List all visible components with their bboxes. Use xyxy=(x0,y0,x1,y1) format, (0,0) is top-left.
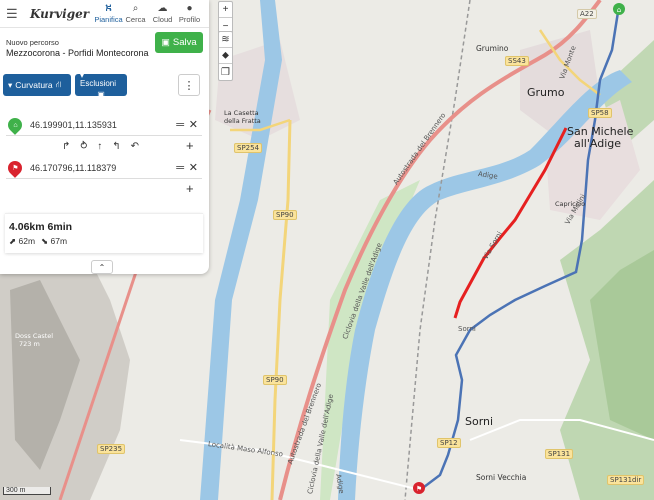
road-badge-ss43: SS43 xyxy=(505,56,529,66)
straight-icon: ↑ xyxy=(97,141,103,152)
turn-instructions: ↱ ⥁ ↑ ↰ ↶ xyxy=(62,141,139,152)
search-icon: ⌕ xyxy=(132,3,139,14)
waypoint-start: ⌂ 46.199901,11.135931 ═ ✕ xyxy=(5,114,202,136)
roundabout-icon: ⥁ xyxy=(80,141,88,152)
zoom-controls: + − xyxy=(218,1,233,35)
curvy-road-icon: ⛙ xyxy=(55,79,62,89)
nav-profilo[interactable]: ● Profilo xyxy=(176,3,203,24)
map-label-grumo: Grumo xyxy=(527,86,565,99)
map-end-pin[interactable]: ⚑ xyxy=(413,482,425,494)
route-icon: ⛕ xyxy=(104,3,113,14)
layers-icon[interactable]: ≋ xyxy=(219,32,232,48)
remove-waypoint-button[interactable]: ✕ xyxy=(189,118,198,131)
waypoint-start-input[interactable]: 46.199901,11.135931 xyxy=(30,120,117,130)
map-label-la-casetta: La Casetta xyxy=(224,109,259,117)
descent-icon: ⬊ xyxy=(41,236,49,246)
u-turn-icon: ↶ xyxy=(130,141,140,152)
road-badge-sp131: SP131 xyxy=(545,449,574,459)
map-label-all-adige: all'Adige xyxy=(574,137,621,150)
road-badge-sp254: SP254 xyxy=(234,143,263,153)
cloud-icon: ☁ xyxy=(157,3,168,14)
road-badge-sp12: SP12 xyxy=(437,438,461,448)
turn-left-icon: ↰ xyxy=(112,141,121,152)
toll-icon: ▣ xyxy=(97,89,105,99)
road-badge-sp131dir: SP131dir xyxy=(607,475,645,485)
map-label-sorni-vecchia: Sorni Vecchia xyxy=(476,473,527,482)
map-label-grumino: Grumino xyxy=(476,44,509,53)
waypoint-end: ⚑ 46.170796,11.118379 ═ ✕ xyxy=(5,157,202,179)
more-options-button[interactable]: ⋮ xyxy=(178,74,200,96)
nav-pianifica[interactable]: ⛕ Pianifica xyxy=(94,3,122,24)
location-pin-icon[interactable]: ⬥ xyxy=(219,48,232,64)
turn-right-icon: ↱ xyxy=(62,141,71,152)
route-summary: 4.06km 6min ⬈ 62m ⬊ 67m xyxy=(5,213,203,253)
map-label-doss-castel-alt: 723 m xyxy=(19,340,40,348)
map-tools: ≋ ⬥ ❐ xyxy=(218,31,233,81)
svg-text:⚑: ⚑ xyxy=(416,485,422,493)
map-start-pin[interactable]: ⌂ xyxy=(613,3,625,15)
map-label-doss-castel: Doss Castel xyxy=(15,332,54,340)
waypoint-end-input[interactable]: 46.170796,11.118379 xyxy=(30,163,116,173)
copy-icon[interactable]: ❐ xyxy=(219,64,232,80)
home-icon: ⌂ xyxy=(5,114,25,135)
road-badge-a22: A22 xyxy=(577,9,597,19)
add-waypoint-end-button[interactable]: + xyxy=(186,181,194,196)
map-label-della-fratta: della Fratta xyxy=(224,117,261,125)
drag-handle-icon[interactable]: ═ xyxy=(176,119,184,131)
nav-cerca[interactable]: ⌕ Cerca xyxy=(122,3,149,24)
road-badge-sp235: SP235 xyxy=(97,444,126,454)
top-bar: ☰ Kurviger ⛕ Pianifica ⌕ Cerca ☁ Cloud ●… xyxy=(0,0,209,28)
map-scale-bar: 300 m xyxy=(3,487,51,495)
drag-handle-icon[interactable]: ═ xyxy=(176,162,184,174)
remove-waypoint-button[interactable]: ✕ xyxy=(189,161,198,174)
exclusions-button[interactable]: ▾ Esclusioni ▣ xyxy=(75,71,127,99)
app-logo: Kurviger xyxy=(30,6,90,21)
curvature-button[interactable]: ▾ Curvatura ⛙ xyxy=(3,74,71,96)
zoom-in-button[interactable]: + xyxy=(219,2,232,18)
map-label-sorni-road: Sorni xyxy=(458,325,476,333)
nav-cloud[interactable]: ☁ Cloud xyxy=(149,3,176,24)
map-label-sorni: Sorni xyxy=(465,415,494,428)
add-waypoint-button[interactable]: + xyxy=(186,138,194,153)
flag-icon: ⚑ xyxy=(5,157,25,178)
route-header: Nuovo percorso Mezzocorona - Porfidi Mon… xyxy=(6,32,203,66)
menu-icon[interactable]: ☰ xyxy=(6,6,20,22)
distance-time: 4.06km 6min xyxy=(9,221,73,233)
route-panel: ☰ Kurviger ⛕ Pianifica ⌕ Cerca ☁ Cloud ●… xyxy=(0,0,209,274)
ascent-icon: ⬈ xyxy=(9,236,17,246)
road-badge-sp90-south: SP90 xyxy=(263,375,287,385)
user-icon: ● xyxy=(186,3,193,14)
route-options: ▾ Curvatura ⛙ ▾ Esclusioni ▣ ⋮ xyxy=(3,71,203,99)
road-badge-sp58: SP58 xyxy=(588,108,612,118)
save-icon: ▣ xyxy=(161,37,170,47)
route-name[interactable]: Mezzocorona - Porfidi Montecorona xyxy=(6,48,151,58)
caret-down-icon: ▾ xyxy=(8,79,13,90)
save-button[interactable]: ▣ Salva xyxy=(155,32,203,53)
road-badge-sp90-north: SP90 xyxy=(273,210,297,220)
collapse-panel-button[interactable]: ⌃ xyxy=(91,260,113,274)
elevation: ⬈ 62m ⬊ 67m xyxy=(9,236,68,246)
svg-text:⌂: ⌂ xyxy=(617,6,621,14)
